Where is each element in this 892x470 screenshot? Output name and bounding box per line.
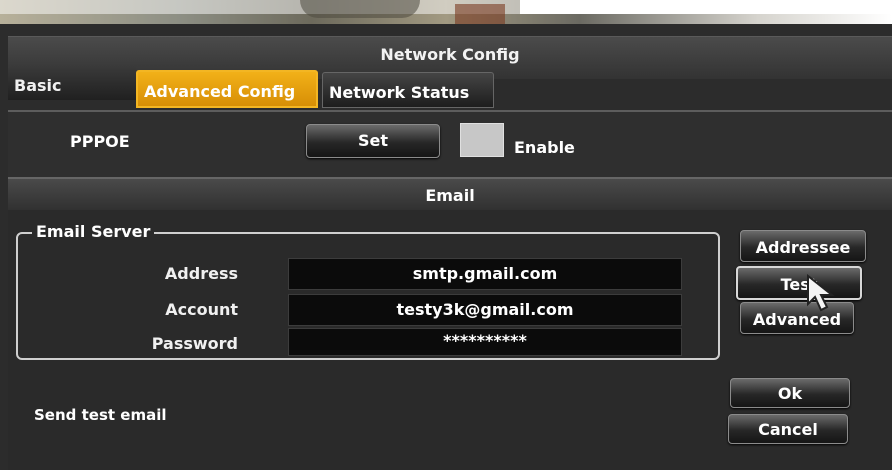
network-config-window: Network Config Basic Advanced Config Net… (0, 24, 892, 470)
email-panel: Email Server Address smtp.gmail.com Acco… (8, 210, 892, 470)
account-field[interactable]: testy3k@gmail.com (288, 294, 682, 326)
account-label: Account (165, 300, 238, 319)
password-label: Password (151, 334, 238, 353)
email-section-title: Email (425, 186, 475, 205)
pppoe-panel: PPPOE Set Enable (8, 110, 892, 178)
pppoe-label: PPPOE (70, 132, 130, 151)
email-server-legend: Email Server (32, 222, 155, 241)
tab-basic[interactable]: Basic (8, 66, 136, 100)
email-server-group: Email Server Address smtp.gmail.com Acco… (16, 222, 720, 360)
pppoe-enable-label: Enable (514, 138, 575, 157)
send-test-email-label: Send test email (34, 406, 167, 424)
email-section-header: Email (8, 177, 892, 211)
pppoe-set-button[interactable]: Set (306, 124, 440, 158)
tab-network-status[interactable]: Network Status (322, 72, 494, 108)
ok-button[interactable]: Ok (730, 378, 850, 408)
addressee-button[interactable]: Addressee (740, 230, 866, 262)
cancel-button[interactable]: Cancel (728, 414, 848, 444)
tab-advanced-config[interactable]: Advanced Config (136, 70, 318, 108)
address-label: Address (164, 264, 238, 283)
address-field[interactable]: smtp.gmail.com (288, 258, 682, 290)
mouse-pointer-icon (807, 274, 835, 312)
pppoe-enable-checkbox[interactable] (460, 123, 504, 157)
password-field[interactable]: ********** (288, 328, 682, 356)
